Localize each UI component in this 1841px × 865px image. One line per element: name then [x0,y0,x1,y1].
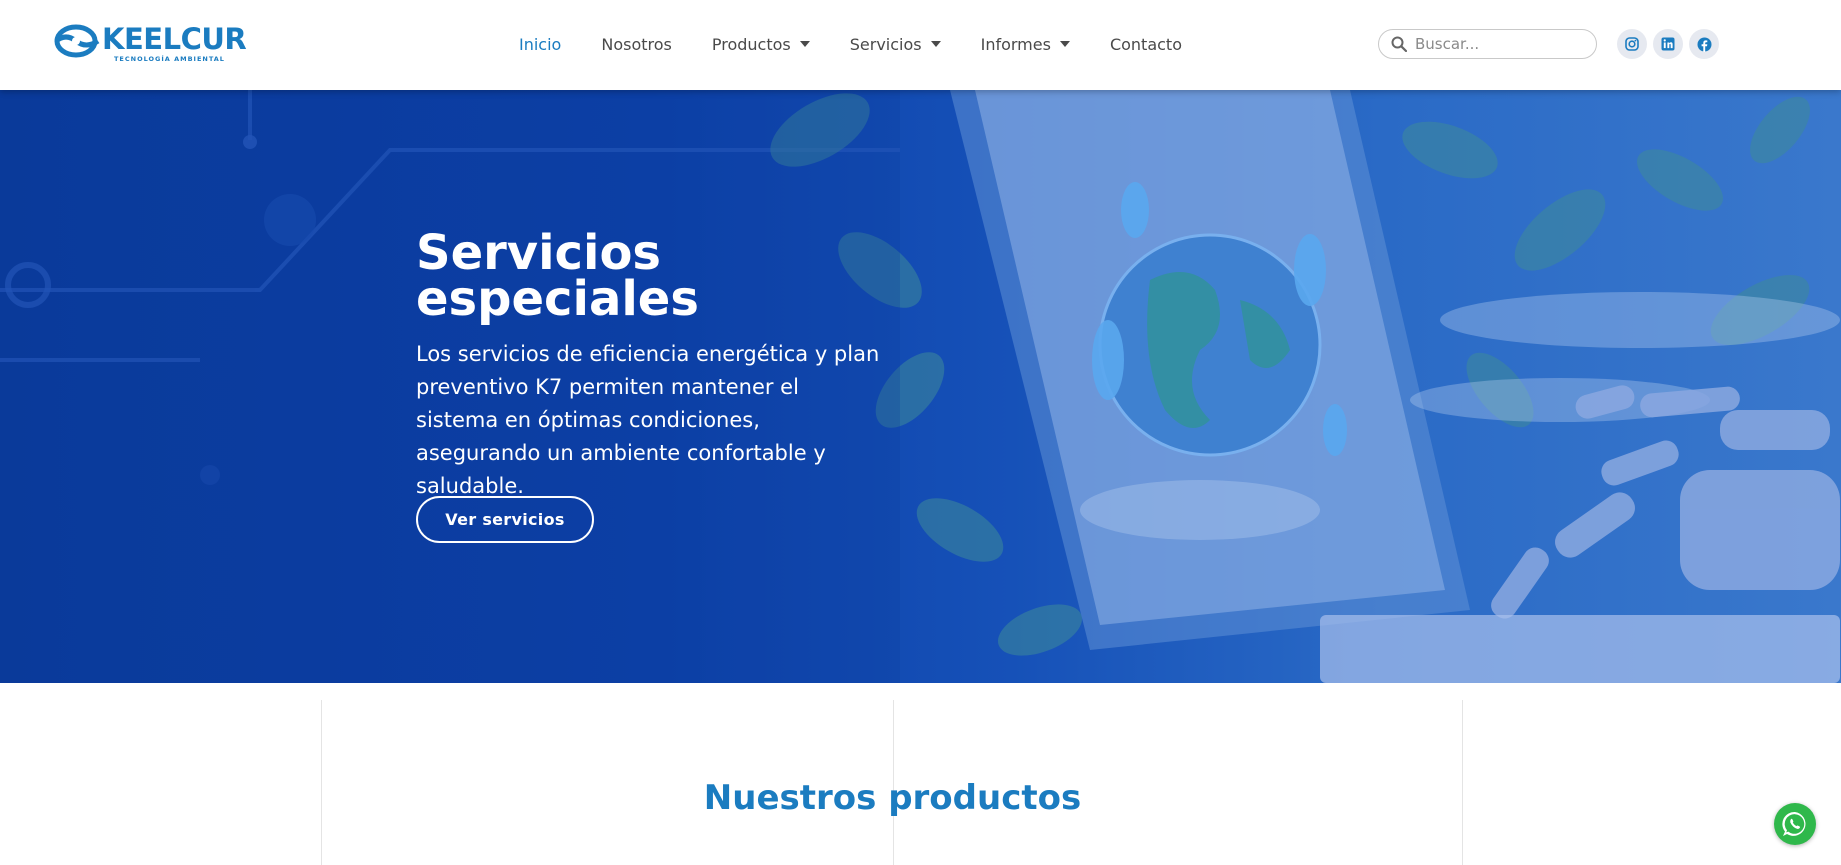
site-header: KEELCUR TECNOLOGÍA AMBIENTAL Inicio Noso… [0,0,1841,90]
nav-item-label: Informes [980,34,1051,54]
nav-item-inicio[interactable]: Inicio [519,35,561,54]
nav-item-label: Productos [711,34,791,54]
hero-background-image [0,90,1840,683]
products-section-title: Nuestros productos [703,778,1082,818]
search-input[interactable] [1415,35,1585,53]
linkedin-icon [1661,37,1675,51]
caret-down-icon [799,41,810,47]
hero-title: Servicios especiales [416,225,699,327]
nav-item-servicios[interactable]: Servicios [850,35,941,54]
whatsapp-icon [1782,811,1806,836]
nav-item-label: Inicio [519,34,562,54]
search-box[interactable] [1378,29,1597,59]
ver-servicios-button[interactable]: Ver servicios [416,496,594,543]
logo-wordmark: KEELCUR [102,22,247,56]
instagram-icon [1625,37,1639,51]
main-nav: Inicio Nosotros Productos Servicios Info… [519,31,1222,57]
logo-mark-icon [54,24,100,58]
linkedin-button[interactable] [1653,29,1683,59]
logo-tagline: TECNOLOGÍA AMBIENTAL [114,55,225,63]
nav-item-label: Nosotros [601,34,672,54]
search-icon [1391,36,1407,52]
nav-item-nosotros[interactable]: Nosotros [601,35,672,54]
hero-description: Los servicios de eficiencia energética y… [416,342,880,498]
nav-item-informes[interactable]: Informes [981,35,1070,54]
hero-banner: Servicios especiales Los servicios de ef… [0,90,1841,683]
caret-down-icon [930,41,941,47]
nav-item-contacto[interactable]: Contacto [1110,35,1182,54]
facebook-button[interactable] [1689,29,1719,59]
social-links [1617,29,1725,59]
facebook-icon [1697,37,1711,52]
whatsapp-button[interactable] [1774,803,1816,845]
instagram-button[interactable] [1617,29,1647,59]
nav-item-productos[interactable]: Productos [712,35,810,54]
caret-down-icon [1059,41,1070,47]
nav-item-label: Contacto [1109,34,1182,54]
keelcur-logo[interactable]: KEELCUR TECNOLOGÍA AMBIENTAL [54,22,247,64]
nav-item-label: Servicios [849,34,922,54]
